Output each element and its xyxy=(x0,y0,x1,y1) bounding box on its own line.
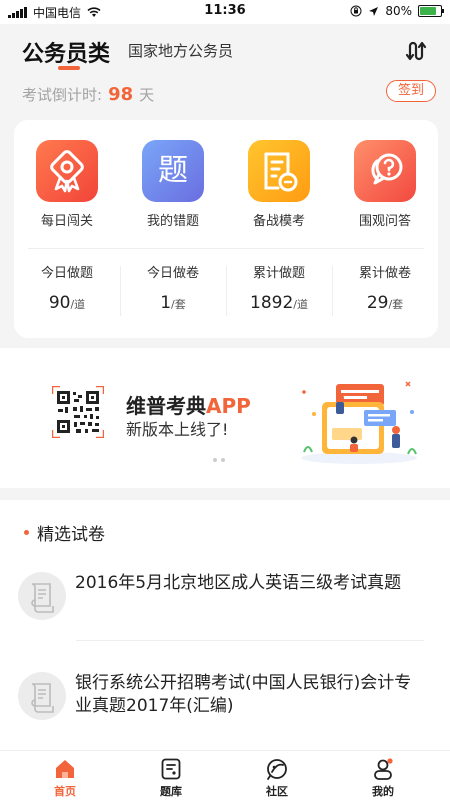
stat-label: 累计做题 xyxy=(252,266,305,281)
card-divider xyxy=(28,248,424,249)
feature-label: 备战模考 xyxy=(252,214,305,229)
stat-value-wrap: 1892/道 xyxy=(226,293,332,313)
tab-question-bank[interactable]: 题库 xyxy=(118,751,224,800)
paper-title: 银行系统公开招聘考试(中国人民银行)会计专业真题2017年(汇编) xyxy=(75,673,412,716)
stat-unit: /道 xyxy=(293,298,308,311)
qr-code-icon xyxy=(52,386,104,438)
stats-row: 今日做题 90/道 今日做卷 1/套 累计做题 1892/道 累计做卷 29/套 xyxy=(14,262,438,316)
switch-category-icon[interactable] xyxy=(406,38,432,64)
stat-total-papers: 累计做卷 29/套 xyxy=(332,262,438,316)
tab-home[interactable]: 首页 xyxy=(12,751,118,800)
stat-value-wrap: 29/套 xyxy=(332,293,438,313)
location-icon xyxy=(369,6,379,16)
home-icon xyxy=(56,760,74,778)
feature-qa[interactable]: 围观问答 xyxy=(332,140,438,229)
tab-profile[interactable]: 我的 xyxy=(330,751,436,800)
stat-value-wrap: 1/套 xyxy=(120,293,226,313)
promo-banner[interactable]: 维普考典APP 新版本上线了! xyxy=(0,348,450,488)
feature-label: 每日闯关 xyxy=(40,214,93,229)
feature-wrong-questions[interactable]: 题 我的错题 xyxy=(120,140,226,229)
feature-mock-exam[interactable]: 备战模考 xyxy=(226,140,332,229)
stat-value: 29 xyxy=(366,293,389,313)
question-bank-icon xyxy=(161,758,181,780)
signin-button[interactable]: 签到 xyxy=(386,80,436,102)
stat-label: 今日做卷 xyxy=(146,266,199,281)
title-bar: 公务员类 国家地方公务员 xyxy=(0,24,450,80)
feature-grid: 每日闯关 题 我的错题 备战模考 围观问答 xyxy=(14,140,438,229)
stat-unit: /道 xyxy=(70,298,86,311)
countdown-label: 考试倒计时: xyxy=(22,86,103,104)
tab-label: 我的 xyxy=(372,785,394,798)
profile-icon xyxy=(374,758,393,780)
promo-title: 维普考典APP xyxy=(126,390,251,419)
wrong-questions-icon: 题 xyxy=(142,140,204,202)
bottom-tab-bar: 首页 题库 社区 我的 xyxy=(0,750,450,800)
tab-community[interactable]: 社区 xyxy=(224,751,330,800)
category-underline xyxy=(58,66,80,70)
section-dot xyxy=(24,530,29,535)
stat-unit: /套 xyxy=(388,298,404,311)
paper-title: 2016年5月北京地区成人英语三级考试真题 xyxy=(75,573,402,593)
orientation-lock-icon xyxy=(350,5,362,17)
stat-value: 1892 xyxy=(250,293,294,313)
promo-subtitle: 新版本上线了! xyxy=(126,420,229,439)
carousel-indicator xyxy=(213,458,225,462)
practice-card: 每日闯关 题 我的错题 备战模考 围观问答 今日做题 90/道 今日做卷 1/套… xyxy=(14,120,438,338)
status-bar: 中国电信 11:36 80% xyxy=(0,0,450,24)
paper-scroll-icon xyxy=(18,672,66,720)
community-icon xyxy=(267,759,287,780)
tab-label: 首页 xyxy=(54,785,76,798)
mock-exam-icon xyxy=(248,140,310,202)
stat-label: 累计做卷 xyxy=(358,266,411,281)
paper-scroll-icon xyxy=(18,572,66,620)
featured-papers-section: 精选试卷 2016年5月北京地区成人英语三级考试真题 银行系统公开招聘考试(中国… xyxy=(0,500,450,750)
carousel-dot xyxy=(213,458,217,462)
status-right: 80% xyxy=(350,4,444,18)
promo-title-main: 维普考典 xyxy=(126,394,206,418)
stat-today-questions: 今日做题 90/道 xyxy=(14,262,120,313)
battery-level xyxy=(420,7,436,15)
tab-label: 题库 xyxy=(160,785,182,798)
battery-percent: 80% xyxy=(385,4,412,18)
award-icon xyxy=(36,140,98,202)
subcategory-title[interactable]: 国家地方公务员 xyxy=(128,40,233,61)
category-title[interactable]: 公务员类 xyxy=(22,36,110,68)
stat-label: 今日做题 xyxy=(40,266,93,281)
exam-countdown: 考试倒计时: 98 天 xyxy=(22,84,154,105)
countdown-unit: 天 xyxy=(139,86,155,104)
promo-title-accent: APP xyxy=(206,394,251,418)
stat-value-wrap: 90/道 xyxy=(14,293,120,313)
header: 公务员类 国家地方公务员 考试倒计时: 98 天 签到 每日闯关 题 我的错题 xyxy=(0,24,450,344)
stat-today-papers: 今日做卷 1/套 xyxy=(120,262,226,316)
battery-icon xyxy=(418,5,444,17)
stat-value: 1 xyxy=(160,293,172,313)
wrong-questions-glyph: 题 xyxy=(158,153,188,188)
stat-total-questions: 累计做题 1892/道 xyxy=(226,262,332,316)
feature-label: 围观问答 xyxy=(358,214,411,229)
tab-label: 社区 xyxy=(266,785,288,798)
stat-value: 90 xyxy=(48,293,71,313)
countdown-days: 98 xyxy=(108,84,134,105)
carousel-dot xyxy=(221,458,225,462)
list-divider xyxy=(76,640,424,641)
promo-illustration xyxy=(301,381,417,464)
section-title: 精选试卷 xyxy=(37,525,105,545)
feature-label: 我的错题 xyxy=(146,214,199,229)
qa-bubble-icon xyxy=(354,140,416,202)
stat-unit: /套 xyxy=(171,298,186,311)
section-header: 精选试卷 xyxy=(24,520,105,545)
feature-daily-challenge[interactable]: 每日闯关 xyxy=(14,140,120,229)
